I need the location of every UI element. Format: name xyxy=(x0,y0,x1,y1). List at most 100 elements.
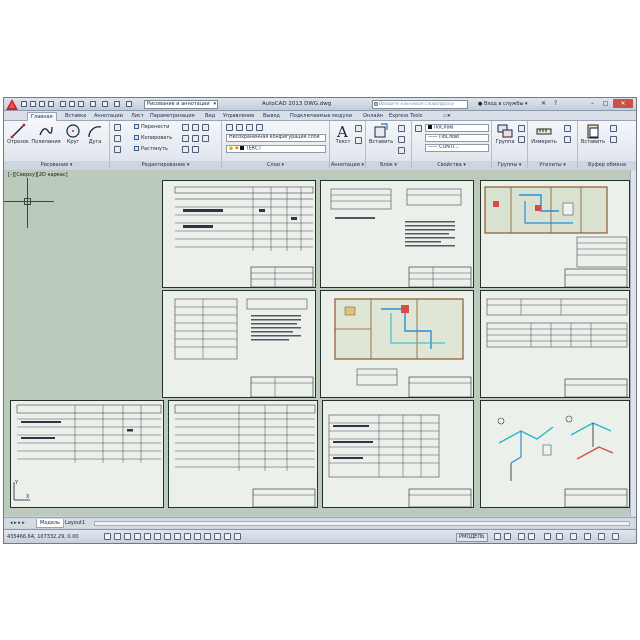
transparency-icon[interactable] xyxy=(214,533,221,540)
otrack-icon[interactable] xyxy=(174,533,181,540)
tab-home[interactable]: Главная xyxy=(27,112,57,121)
workspace-dropdown[interactable]: Рисование и аннотации ▾ xyxy=(144,100,218,109)
open-file-icon[interactable] xyxy=(30,101,36,107)
move-button[interactable]: Перенести xyxy=(134,124,169,130)
selection-cycling-icon[interactable] xyxy=(234,533,241,540)
redo-icon[interactable] xyxy=(78,101,84,107)
extend-icon[interactable] xyxy=(192,124,199,131)
lineweight-dropdown[interactable]: —— ПоСлою xyxy=(425,134,489,142)
color-dropdown[interactable]: ПоСлою xyxy=(425,124,489,132)
polar-icon[interactable] xyxy=(144,533,151,540)
ortho-icon[interactable] xyxy=(134,533,141,540)
mirror-icon[interactable] xyxy=(114,146,121,153)
maximize-button[interactable]: □ xyxy=(600,99,611,108)
drawing-sheet-isometric[interactable] xyxy=(480,400,630,508)
hardware-acceleration-icon[interactable] xyxy=(570,533,577,540)
status-menu-icon[interactable] xyxy=(598,533,605,540)
leader-icon[interactable] xyxy=(355,137,362,144)
help-icon[interactable]: ? xyxy=(550,99,561,108)
layer-state-dropdown[interactable]: Несохраненная конфигурация слоя xyxy=(226,134,326,142)
measure-button[interactable]: Измерить xyxy=(530,123,558,145)
tab-output[interactable]: Вывод xyxy=(260,112,283,121)
annotation-scale-icon[interactable] xyxy=(518,533,525,540)
drawing-canvas[interactable]: [–][Сверху][2D каркас] X Y xyxy=(4,170,636,516)
group-button[interactable]: Группа xyxy=(494,123,516,145)
workspace-switching-icon[interactable] xyxy=(544,533,551,540)
layer-off-icon[interactable] xyxy=(236,124,243,131)
drawing-sheet-table-3[interactable] xyxy=(480,290,630,398)
ducs-icon[interactable] xyxy=(184,533,191,540)
array-icon[interactable] xyxy=(182,135,189,142)
drawing-sheet-table-6[interactable] xyxy=(322,400,474,508)
panel-groups-title[interactable]: Группы ▾ xyxy=(492,161,527,169)
tab-manage[interactable]: Управление xyxy=(220,112,257,121)
drawing-sheet-plan-2[interactable] xyxy=(320,290,474,398)
tab-layout[interactable]: Лист xyxy=(128,112,147,121)
panel-properties-title[interactable]: Свойства ▾ xyxy=(412,161,491,169)
scale-icon[interactable] xyxy=(192,135,199,142)
quick-view-drawings-icon[interactable] xyxy=(504,533,511,540)
plot-icon[interactable] xyxy=(60,101,66,107)
layer-lock-icon[interactable] xyxy=(256,124,263,131)
drawing-sheet-table-2[interactable] xyxy=(162,290,316,398)
panel-annotation-title[interactable]: Аннотации ▾ xyxy=(330,161,365,169)
id-point-icon[interactable] xyxy=(564,136,571,143)
drawing-sheet-plan-1[interactable] xyxy=(480,180,630,288)
arc-tool-button[interactable]: Дуга xyxy=(85,123,105,145)
drawing-sheet-notes-1[interactable] xyxy=(320,180,474,288)
layer-dropdown[interactable]: ● ✱ ТЕКСТ xyxy=(226,145,326,153)
ungroup-icon[interactable] xyxy=(518,125,525,132)
circle-tool-button[interactable]: Круг xyxy=(63,123,83,145)
polyline-tool-button[interactable]: Полилиния xyxy=(31,123,61,145)
edit-block-icon[interactable] xyxy=(398,136,405,143)
offset-icon[interactable] xyxy=(202,135,209,142)
model-space-button[interactable]: РМОДЕЛЬ xyxy=(456,533,488,542)
match-properties-icon[interactable] xyxy=(114,101,120,107)
tab-annotate[interactable]: Аннотации xyxy=(91,112,126,121)
osnap-icon[interactable] xyxy=(154,533,161,540)
customize-icon[interactable] xyxy=(126,101,132,107)
panel-clipboard-title[interactable]: Буфер обмена xyxy=(578,161,636,169)
tab-express-tools[interactable]: Express Tools xyxy=(386,112,425,121)
lineweight-icon[interactable] xyxy=(204,533,211,540)
grid-icon[interactable] xyxy=(124,533,131,540)
horizontal-scrollbar[interactable] xyxy=(94,521,630,526)
drawing-sheet-table-1[interactable] xyxy=(162,180,316,288)
annotation-visibility-icon[interactable] xyxy=(528,533,535,540)
layer-properties-icon[interactable] xyxy=(226,124,233,131)
cut-icon[interactable] xyxy=(610,125,617,132)
layer-freeze-icon[interactable] xyxy=(246,124,253,131)
copy-clip-icon[interactable] xyxy=(610,136,617,143)
exchange-icon[interactable]: ✕ xyxy=(538,99,549,108)
fillet-icon[interactable] xyxy=(202,124,209,131)
autocad-logo-icon[interactable] xyxy=(6,99,18,110)
panel-layers-title[interactable]: Слои ▾ xyxy=(222,161,329,169)
erase-icon[interactable] xyxy=(192,146,199,153)
clean-screen-icon[interactable] xyxy=(612,533,619,540)
infer-constraints-icon[interactable] xyxy=(104,533,111,540)
ribbon-options-icon[interactable]: ▭▾ xyxy=(440,112,453,121)
drawing-sheet-table-5[interactable] xyxy=(168,400,318,508)
quick-access-menu-icon[interactable] xyxy=(102,101,108,107)
undo-icon[interactable] xyxy=(69,101,75,107)
3d-osnap-icon[interactable] xyxy=(164,533,171,540)
tab-plugins[interactable]: Подключаемые модули xyxy=(287,112,355,121)
quick-calc-icon[interactable] xyxy=(564,125,571,132)
minimize-button[interactable]: – xyxy=(587,99,598,108)
block-attribute-icon[interactable] xyxy=(398,147,405,154)
search-input[interactable]: Введите ключевое слово/фразу xyxy=(372,100,468,109)
vertical-scrollbar[interactable] xyxy=(630,170,636,516)
dimension-icon[interactable] xyxy=(355,125,362,132)
group-edit-icon[interactable] xyxy=(518,136,525,143)
dyn-icon[interactable] xyxy=(194,533,201,540)
copy-button[interactable]: Копировать xyxy=(134,135,172,141)
panel-draw-title[interactable]: Рисование ▾ xyxy=(4,161,109,169)
line-tool-button[interactable]: Отрезок xyxy=(7,123,29,145)
paste-button[interactable]: Вставить xyxy=(580,123,606,145)
isolate-objects-icon[interactable] xyxy=(584,533,591,540)
tab-layout1[interactable]: Layout1 xyxy=(62,519,88,528)
text-tool-button[interactable]: A Текст xyxy=(333,123,353,145)
new-file-icon[interactable] xyxy=(21,101,27,107)
layout-nav-arrows[interactable]: ◂ ▸ ▸ ▸ xyxy=(7,519,28,528)
tab-insert[interactable]: Вставка xyxy=(62,112,89,121)
